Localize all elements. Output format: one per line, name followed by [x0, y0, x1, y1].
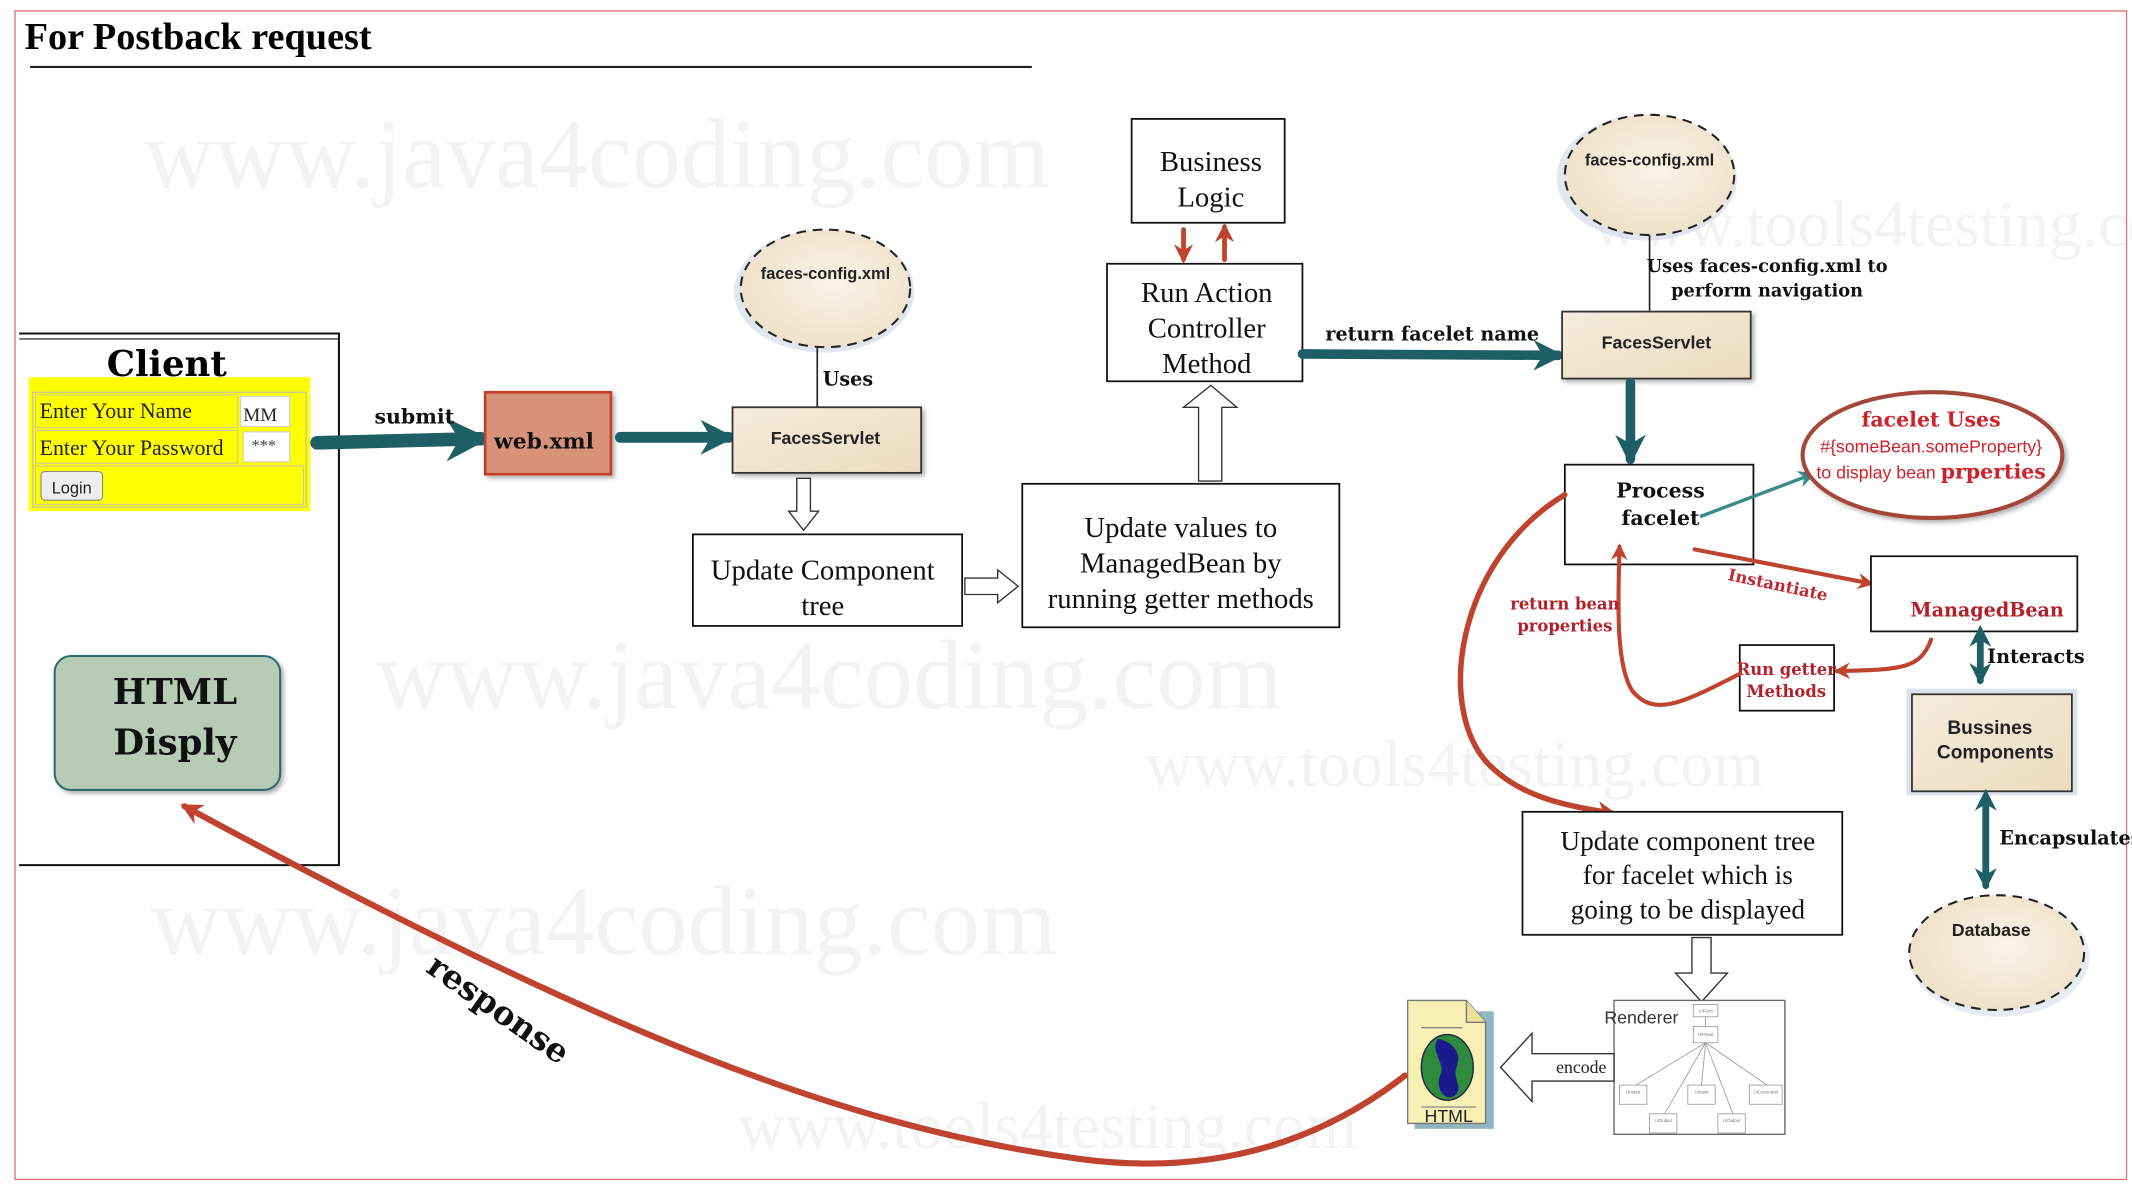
- watermark: www.tools4testing.com: [1145, 729, 1764, 801]
- process-facelet-line1: Process: [1616, 478, 1705, 502]
- return-facelet-name-arrow: [1297, 339, 1565, 371]
- run-getter-line2: Methods: [1746, 682, 1826, 701]
- renderer-tree-node-label: UIForm: [1698, 1009, 1713, 1014]
- database-node: [1908, 894, 2090, 1017]
- faces-config-label-2: faces-config.xml: [1585, 151, 1714, 169]
- business-logic-line2: Logic: [1177, 181, 1244, 213]
- update-tree-facelet-line1: Update component tree: [1560, 826, 1815, 856]
- update-tree-facelet-line3: going to be displayed: [1571, 894, 1806, 924]
- faces-config-label-1: faces-config.xml: [761, 265, 890, 283]
- bean-to-getter-arrow: [1833, 637, 1934, 679]
- html-display-line1: HTML: [113, 672, 237, 713]
- facelet-note-line3-b: prperties: [1941, 459, 2046, 483]
- business-components-line2: Components: [1937, 743, 2054, 764]
- business-logic-line1: Business: [1160, 146, 1262, 178]
- business-components-line1: Bussines: [1947, 718, 2032, 739]
- uses-nav-label-line2: perform navigation: [1671, 281, 1863, 302]
- update-tree-facelet-line2: for facelet which is: [1583, 860, 1793, 890]
- page-title: For Postback request: [25, 16, 372, 58]
- renderer-tree-node: [1717, 1113, 1746, 1134]
- facelet-note-line3-a: to display bean: [1816, 462, 1940, 482]
- renderer-tree-node: [1748, 1084, 1783, 1105]
- renderer-tree-node-label: UIPanel: [1698, 1032, 1714, 1037]
- watermark: www.java4coding.com: [144, 100, 1050, 209]
- submit-label: submit: [374, 405, 454, 429]
- encode-label: encode: [1556, 1057, 1606, 1077]
- faces-servlet-label-2: FacesServlet: [1602, 333, 1712, 353]
- facelet-note-line2: #{someBean.someProperty}: [1820, 436, 2042, 456]
- hollow-arrow-up: [1181, 384, 1239, 482]
- submit-arrow: [310, 417, 490, 462]
- renderer-tree-node: [1619, 1084, 1648, 1105]
- uses-nav-label-line1: Uses faces-config.xml to: [1647, 256, 1888, 277]
- hollow-arrow-right: [964, 568, 1020, 605]
- database-label: Database: [1952, 920, 2031, 940]
- password-label: Enter Your Password: [40, 436, 224, 460]
- name-input-value: MM: [243, 405, 277, 426]
- watermark: www.java4coding.com: [376, 621, 1282, 730]
- managed-bean-label: ManagedBean: [1910, 598, 2063, 621]
- update-values-line1: Update values to: [1084, 512, 1277, 544]
- update-values-line3: running getter methods: [1048, 583, 1314, 615]
- hollow-arrow-down: [787, 477, 821, 532]
- process-facelet-line2: facelet: [1622, 506, 1700, 530]
- update-component-tree-line2: tree: [801, 590, 844, 622]
- name-label: Enter Your Name: [40, 399, 192, 423]
- html-document-label: HTML: [1425, 1106, 1473, 1126]
- renderer-tree-node-label: UIInput: [1626, 1089, 1641, 1094]
- renderer-tree-node-label: UIInput: [1694, 1089, 1709, 1094]
- renderer-label: Renderer: [1604, 1008, 1678, 1028]
- renderer-tree-node: [1649, 1113, 1678, 1134]
- faces-config-node-1: [733, 228, 915, 353]
- web-xml-label: web.xml: [493, 428, 594, 454]
- run-action-line2: Controller: [1148, 313, 1266, 345]
- faces-servlet-label-1: FacesServlet: [771, 428, 881, 448]
- run-action-line3: Method: [1162, 348, 1251, 380]
- uses-label: Uses: [823, 367, 873, 390]
- renderer-tree-node: [1687, 1084, 1716, 1105]
- update-component-tree-line1: Update Component: [711, 554, 935, 586]
- return-bean-label-line2: properties: [1517, 616, 1612, 635]
- html-display-line2: Disply: [113, 722, 238, 763]
- run-getter-line1: Run getter: [1737, 660, 1837, 679]
- facelet-note-line3: to display bean prperties: [1816, 459, 2046, 483]
- return-bean-properties-arrow: [1610, 543, 1742, 707]
- login-button-label: Login: [52, 479, 92, 497]
- encapsulates-label: Encapsulates: [1999, 827, 2132, 850]
- watermark: www.java4coding.com: [150, 867, 1056, 976]
- password-input-value: ***: [251, 436, 276, 455]
- return-bean-label-line1: return bean: [1510, 595, 1619, 614]
- renderer-tree-node-label: UIOutput: [1723, 1118, 1741, 1123]
- faces-config-node-2: [1556, 113, 1738, 241]
- renderer-tree-node-label: UICommand: [1753, 1089, 1778, 1094]
- interacts-label: Interacts: [1987, 645, 2085, 668]
- update-values-line2: ManagedBean by: [1080, 548, 1282, 580]
- return-facelet-name-label: return facelet name: [1325, 322, 1539, 345]
- hollow-arrow-to-renderer: [1673, 936, 1730, 1003]
- renderer-tree-node-label: UIOutput: [1655, 1118, 1673, 1123]
- run-action-line1: Run Action: [1141, 277, 1273, 309]
- client-panel: Client Enter Your Name MM Enter Your Pas…: [19, 332, 340, 867]
- facelet-note-line1: facelet Uses: [1862, 407, 2001, 431]
- login-form: Enter Your Name MM Enter Your Password *…: [28, 377, 311, 512]
- postback-diagram: www.java4coding.com www.java4coding.com …: [14, 10, 2132, 1181]
